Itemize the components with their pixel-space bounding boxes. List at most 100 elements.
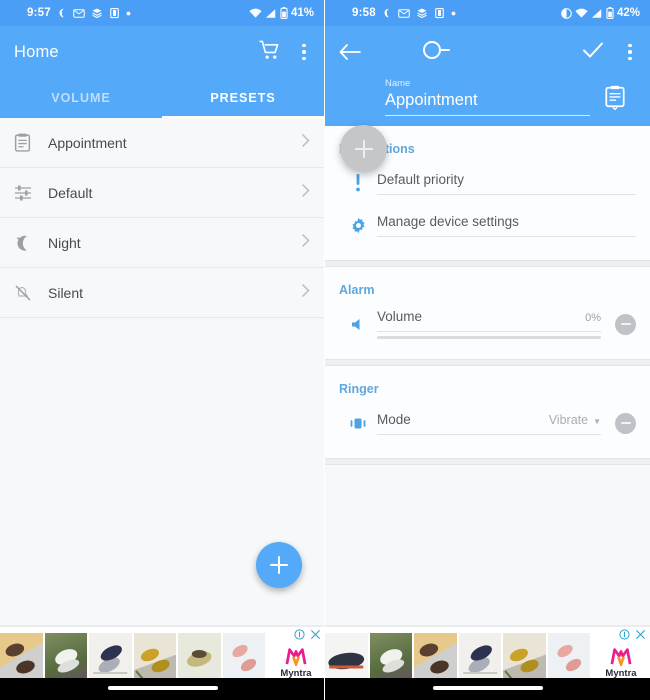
tab-volume[interactable]: VOLUME — [0, 78, 162, 118]
ad-banner: Myntra — [325, 625, 650, 700]
moon-icon — [382, 8, 392, 18]
sliders-icon — [14, 184, 48, 202]
add-preset-fab[interactable] — [256, 542, 302, 588]
remove-alarm-volume-button[interactable] — [615, 313, 636, 335]
section-divider — [325, 458, 650, 465]
ad-brand-name: Myntra — [280, 667, 312, 679]
layers-icon — [416, 7, 428, 19]
list-item-label: Default — [48, 184, 93, 201]
section-title: Alarm — [339, 283, 375, 297]
chevron-right-icon — [301, 133, 310, 153]
edit-app-bar: Name Appointment — [325, 26, 650, 126]
myntra-logo-icon — [285, 647, 307, 666]
info-icon[interactable] — [619, 627, 630, 645]
speaker-icon — [339, 317, 377, 332]
clipboard-picker-icon[interactable] — [598, 85, 632, 116]
ringer-mode-value[interactable]: Vibrate — [549, 413, 588, 427]
name-field-value: Appointment — [385, 91, 478, 109]
list-item[interactable]: Silent — [0, 268, 324, 318]
close-icon[interactable] — [310, 627, 321, 645]
volume-value: 0% — [585, 312, 601, 324]
dot-icon — [126, 11, 131, 16]
chevron-right-icon — [301, 283, 310, 303]
tab-bar: VOLUME PRESETS — [0, 78, 324, 118]
home-indicator[interactable] — [107, 686, 218, 690]
home-indicator[interactable] — [432, 686, 543, 690]
section-alarm: Alarm Volume 0% — [325, 267, 650, 359]
signal-icon — [265, 8, 277, 19]
bell-off-icon — [14, 284, 48, 302]
battery-icon — [280, 7, 288, 19]
checkmark-icon[interactable] — [582, 41, 604, 64]
preset-enable-toggle[interactable] — [421, 39, 457, 66]
row-alarm-volume[interactable]: Volume 0% — [325, 303, 650, 345]
preset-detail-sheet: Notifications Default priority Ma — [325, 126, 650, 465]
overflow-menu-icon[interactable] — [624, 40, 636, 65]
clipboard-icon — [109, 7, 120, 19]
close-icon[interactable] — [635, 627, 646, 645]
left-screen: 9:57 41% Home VOLUME PRESETS Appointment… — [0, 0, 325, 700]
preset-list: Appointment Default Night Silent — [0, 118, 324, 318]
row-label: Manage device settings — [377, 213, 519, 229]
page-title: Home — [14, 42, 59, 61]
remove-ringer-mode-button[interactable] — [615, 412, 636, 434]
overflow-menu-icon[interactable] — [298, 40, 310, 65]
list-item-label: Night — [48, 234, 81, 251]
tab-presets[interactable]: PRESETS — [162, 78, 324, 118]
row-ringer-mode[interactable]: Mode Vibrate ▼ — [325, 402, 650, 444]
row-label: Volume — [377, 309, 423, 324]
name-field-row: Name Appointment — [325, 78, 650, 116]
row-underline — [377, 235, 636, 237]
status-time: 9:58 — [352, 7, 376, 19]
status-bar-right: 42% — [561, 7, 640, 19]
row-underline — [377, 193, 636, 195]
contrast-icon — [561, 7, 572, 19]
chevron-right-icon — [301, 233, 310, 253]
minus-icon — [620, 422, 631, 424]
list-item[interactable]: Appointment — [0, 118, 324, 168]
priority-icon — [339, 173, 377, 193]
list-item[interactable]: Night — [0, 218, 324, 268]
moon-icon — [14, 234, 48, 252]
left-app-bar: Home VOLUME PRESETS — [0, 26, 324, 118]
chevron-down-icon[interactable]: ▼ — [593, 417, 601, 426]
row-label: Default priority — [377, 171, 465, 187]
list-item[interactable]: Default — [0, 168, 324, 218]
ad-top-divider — [0, 625, 324, 627]
left-status-bar: 9:57 41% — [0, 0, 324, 26]
battery-icon — [606, 7, 614, 19]
row-label: Mode — [377, 411, 411, 427]
ad-top-divider — [325, 625, 650, 627]
plus-icon — [354, 139, 373, 158]
minus-icon — [620, 323, 631, 325]
myntra-logo-icon — [610, 647, 632, 666]
status-time: 9:57 — [27, 7, 51, 19]
system-nav-bar — [0, 678, 324, 700]
list-item-label: Silent — [48, 284, 84, 301]
status-bar-left: 9:58 — [352, 7, 456, 19]
row-manage-device-settings[interactable]: Manage device settings — [325, 204, 650, 246]
moon-icon — [57, 8, 67, 18]
plus-icon — [270, 556, 288, 574]
section-ringer: Ringer Mode Vibrate ▼ — [325, 366, 650, 458]
mail-icon — [73, 8, 85, 19]
wifi-icon — [249, 8, 262, 19]
vibrate-icon — [339, 416, 377, 431]
right-status-bar: 9:58 42% — [325, 0, 650, 26]
dual-screenshot: 9:57 41% Home VOLUME PRESETS Appointment… — [0, 0, 650, 700]
gear-icon — [339, 217, 377, 234]
battery-percent: 42% — [616, 7, 640, 19]
layers-icon — [91, 7, 103, 19]
status-bar-right: 41% — [249, 7, 314, 19]
system-nav-bar — [325, 678, 650, 700]
battery-percent: 41% — [290, 7, 314, 19]
signal-icon — [591, 8, 603, 19]
info-icon[interactable] — [294, 627, 305, 645]
back-arrow-icon[interactable] — [339, 43, 365, 61]
add-item-fab[interactable] — [340, 125, 387, 172]
name-input[interactable]: Name Appointment — [385, 78, 598, 116]
chevron-right-icon — [301, 183, 310, 203]
ad-brand-name: Myntra — [605, 667, 637, 679]
volume-slider[interactable] — [377, 336, 601, 339]
cart-icon[interactable] — [259, 40, 280, 65]
